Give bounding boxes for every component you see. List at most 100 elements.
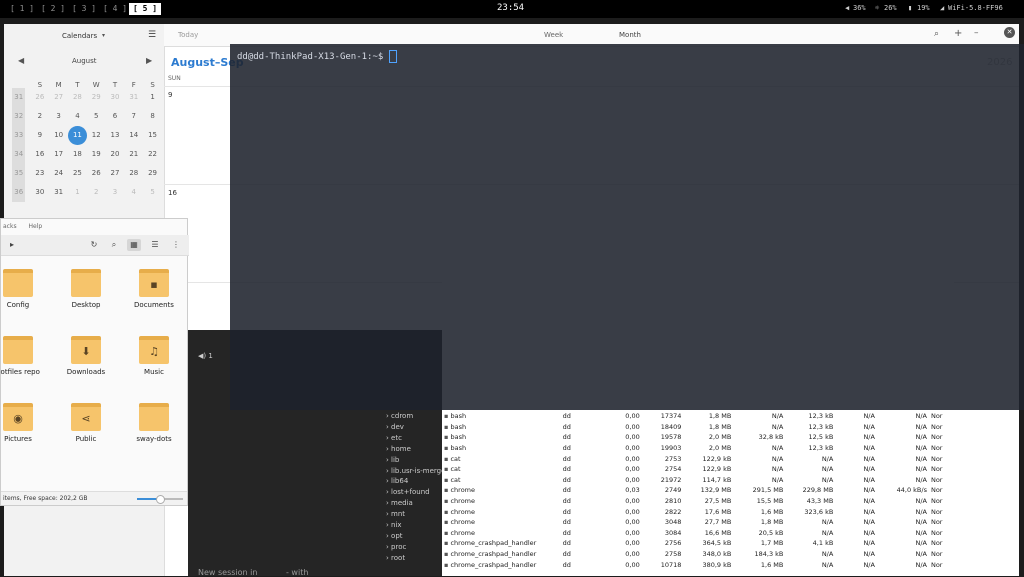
process-row[interactable]: ▪ bash dd 0,00 19578 2,0 MB 32,8 kB 12,5 kB N/A… <box>442 432 954 443</box>
mini-day[interactable]: 23 <box>30 164 49 183</box>
process-row[interactable]: ▪ chrome dd 0,00 3084 16,6 MB 20,5 kB N/A N/A N/… <box>442 528 954 539</box>
mini-day[interactable]: 29 <box>87 88 106 107</box>
mini-day[interactable]: 28 <box>124 164 143 183</box>
mini-day[interactable]: 26 <box>30 88 49 107</box>
mini-day[interactable]: 1 <box>143 88 162 107</box>
workspace-3-button[interactable]: [ 3 ] <box>68 3 100 15</box>
prev-month-icon[interactable]: ◀ <box>18 56 24 65</box>
mini-day[interactable]: 27 <box>49 88 68 107</box>
zoom-slider-handle[interactable] <box>156 495 165 504</box>
workspace-2-button[interactable]: [ 2 ] <box>37 3 69 15</box>
search-icon[interactable]: ⌕ <box>934 29 939 39</box>
mini-day[interactable]: 19 <box>87 145 106 164</box>
mini-day[interactable]: 4 <box>124 183 143 202</box>
mini-day[interactable]: 9 <box>30 126 49 145</box>
mini-day[interactable]: 3 <box>49 107 68 126</box>
tree-folder-item[interactable]: › mnt <box>386 510 405 518</box>
search-icon[interactable]: ⌕ <box>107 239 121 251</box>
process-row[interactable]: ▪ chrome dd 0,00 2822 17,6 MB 1,6 MB 323,6 kB N… <box>442 506 954 517</box>
folder-item[interactable]: ◉ Pictures <box>0 403 45 443</box>
tree-folder-item[interactable]: › etc <box>386 434 402 442</box>
tree-folder-item[interactable]: › lib64 <box>386 477 408 485</box>
mini-day[interactable]: 8 <box>143 107 162 126</box>
process-row[interactable]: ▪ cat dd 0,00 2753 122,9 kB N/A N/A N/A N/A Nor <box>442 453 954 464</box>
folder-item[interactable]: ▪ Documents <box>127 269 181 309</box>
process-row[interactable]: ▪ bash dd 0,00 19903 2,0 MB N/A 12,3 kB N/A N/A N… <box>442 443 954 454</box>
mini-day[interactable]: 3 <box>106 183 125 202</box>
mini-day[interactable]: 11 <box>68 126 87 145</box>
today-button[interactable]: Today <box>178 31 198 39</box>
more-icon[interactable]: ⋮ <box>169 239 183 251</box>
mini-day[interactable]: 2 <box>30 107 49 126</box>
process-row[interactable]: ▪ chrome_crashpad_handler dd 0,00 2756 364,5… <box>442 538 954 549</box>
tree-folder-item[interactable]: › opt <box>386 532 403 540</box>
mini-day[interactable]: 12 <box>87 126 106 145</box>
mini-day[interactable]: 29 <box>143 164 162 183</box>
mini-day[interactable]: 31 <box>124 88 143 107</box>
calendars-dropdown[interactable]: Calendars <box>62 32 97 40</box>
process-row[interactable]: ▪ bash dd 0,00 18409 1,8 MB N/A 12,3 kB N/A N/A N… <box>442 422 954 433</box>
tree-folder-item[interactable]: › proc <box>386 543 406 551</box>
mini-day[interactable]: 1 <box>68 183 87 202</box>
mini-day[interactable]: 18 <box>68 145 87 164</box>
tree-folder-item[interactable]: › media <box>386 499 413 507</box>
mini-day[interactable]: 26 <box>87 164 106 183</box>
grid-view-icon[interactable]: ▦ <box>127 239 141 251</box>
tree-folder-item[interactable]: › lost+found <box>386 488 430 496</box>
mini-day[interactable]: 28 <box>68 88 87 107</box>
mini-day[interactable]: 27 <box>106 164 125 183</box>
mini-day[interactable]: 2 <box>87 183 106 202</box>
process-row[interactable]: ▪ chrome_crashpad_handler dd 0,00 10718 380,… <box>442 559 954 570</box>
mini-day[interactable]: 16 <box>30 145 49 164</box>
add-event-icon[interactable]: + <box>954 28 962 39</box>
terminal-window[interactable]: dd@dd-ThinkPad-X13-Gen-1:~$ <box>230 44 1024 410</box>
tree-folder-item[interactable]: › dev <box>386 423 404 431</box>
process-row[interactable]: ▪ chrome dd 0,00 3048 27,7 MB 1,8 MB N/A N/A N/A… <box>442 517 954 528</box>
mini-day[interactable]: 30 <box>30 183 49 202</box>
folder-item[interactable]: dotfiles repo <box>0 336 45 376</box>
tree-folder-item[interactable]: › lib <box>386 456 399 464</box>
menu-item[interactable]: Help <box>29 223 43 230</box>
tree-folder-item[interactable]: › home <box>386 445 411 453</box>
month-view-button[interactable]: Month <box>619 31 641 39</box>
tree-folder-item[interactable]: › lib.usr-is-merged <box>386 467 450 475</box>
process-row[interactable]: ▪ chrome dd 0,00 2810 27,5 MB 15,5 MB 43,3 MB N… <box>442 496 954 507</box>
mini-day[interactable]: 22 <box>143 145 162 164</box>
refresh-icon[interactable]: ↻ <box>87 239 101 251</box>
mini-day[interactable]: 13 <box>106 126 125 145</box>
mini-day[interactable]: 10 <box>49 126 68 145</box>
workspace-5-button[interactable]: [ 5 ] <box>129 3 162 15</box>
mini-day[interactable]: 5 <box>87 107 106 126</box>
tree-folder-item[interactable]: › nix <box>386 521 402 529</box>
process-row[interactable]: ▪ bash dd 0,00 17374 1,8 MB N/A 12,3 kB N/A N/A N… <box>442 411 954 422</box>
mini-day[interactable]: 15 <box>143 126 162 145</box>
workspace-1-button[interactable]: [ 1 ] <box>6 3 38 15</box>
mini-day[interactable]: 24 <box>49 164 68 183</box>
folder-item[interactable]: Desktop <box>59 269 113 309</box>
workspace-4-button[interactable]: [ 4 ] <box>99 3 131 15</box>
folder-item[interactable]: sway-dots <box>127 403 181 443</box>
process-row[interactable]: ▪ chrome_crashpad_handler dd 0,00 2758 348,0… <box>442 549 954 560</box>
forward-icon[interactable]: ▸ <box>5 239 19 251</box>
folder-item[interactable]: ⬇ Downloads <box>59 336 113 376</box>
tree-folder-item[interactable]: › cdrom <box>386 412 413 420</box>
close-icon[interactable]: ✕ <box>1004 27 1015 38</box>
zoom-slider[interactable] <box>137 495 183 504</box>
mini-day[interactable]: 17 <box>49 145 68 164</box>
week-view-button[interactable]: Week <box>544 31 563 39</box>
mini-day[interactable]: 4 <box>68 107 87 126</box>
folder-item[interactable]: ⋖ Public <box>59 403 113 443</box>
folder-item[interactable]: Config <box>0 269 45 309</box>
mini-day[interactable]: 25 <box>68 164 87 183</box>
folder-item[interactable]: ♫ Music <box>127 336 181 376</box>
process-row[interactable]: ▪ chrome dd 0,03 2749 132,9 MB 291,5 MB 229,8 … <box>442 485 954 496</box>
mini-day[interactable]: 6 <box>106 107 125 126</box>
minimize-icon[interactable]: – <box>974 28 979 38</box>
next-month-icon[interactable]: ▶ <box>146 56 152 65</box>
mini-day[interactable]: 31 <box>49 183 68 202</box>
mini-day[interactable]: 7 <box>124 107 143 126</box>
mini-day[interactable]: 20 <box>106 145 125 164</box>
list-view-icon[interactable]: ☰ <box>148 239 162 251</box>
mini-day[interactable]: 14 <box>124 126 143 145</box>
mini-day[interactable]: 21 <box>124 145 143 164</box>
